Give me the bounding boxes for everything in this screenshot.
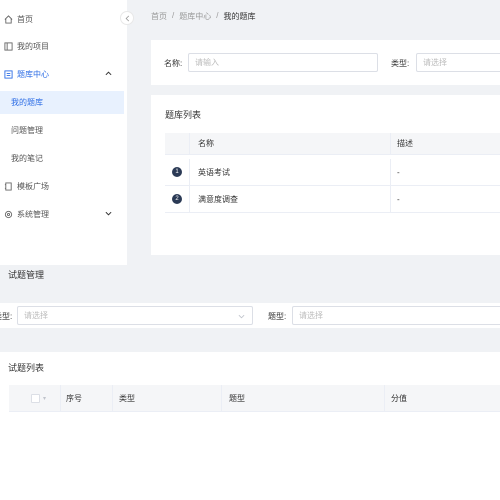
filter-type-placeholder: 请选择 [24,311,48,320]
sidebar-subitem-my-bank[interactable]: 我的题库 [0,91,124,114]
project-icon [3,41,13,51]
breadcrumb-separator: / [172,11,175,20]
gear-icon [3,209,13,219]
row-index-badge: 2 [172,194,182,204]
sidebar-subitem-label: 我的笔记 [11,154,43,163]
row-desc: - [397,167,400,177]
question-table-header: ▾ 序号 类型 题型 分值 [9,385,500,412]
breadcrumb-center[interactable]: 题库中心 [179,11,211,22]
breadcrumb-current: 我的题库 [223,12,256,21]
question-mgmt-title: 试题管理 [8,270,45,280]
sidebar-item-label: 我的项目 [17,41,49,51]
sidebar-item-home[interactable]: 首页 [0,8,124,30]
sidebar-item-question-bank[interactable]: 题库中心 [0,63,124,85]
breadcrumb: 首页 / 题库中心 / 我的题库 [151,11,255,22]
list-icon [3,69,13,79]
breadcrumb-separator: / [216,11,219,20]
select-all-checkbox[interactable] [31,393,40,403]
name-label: 名称: [164,59,183,68]
type-label: 类型: [391,59,410,68]
sidebar-subitem-question-mgmt[interactable]: 问题管理 [0,119,124,142]
filter-qtype-select[interactable]: 请选择 [292,306,500,325]
sidebar-item-label: 题库中心 [17,69,49,79]
column-header-desc: 描述 [397,139,413,148]
table-row[interactable]: 2 满意度调查 - [165,186,500,213]
column-header-qtype: 题型 [229,393,245,403]
row-index-badge: 1 [172,167,182,177]
sidebar: 首页 我的项目 题库中心 我的题库 问题管理 我的笔记 模板广场 系统管理 [0,0,127,265]
chevron-up-icon [104,69,112,77]
sidebar-item-label: 首页 [17,14,33,24]
sidebar-subitem-notes[interactable]: 我的笔记 [0,147,124,170]
filter-type-label: 类型: [0,312,13,321]
sidebar-item-system[interactable]: 系统管理 [0,203,124,225]
filter-type-select[interactable]: 请选择 [17,306,253,325]
filter-qtype-label: 题型: [268,312,287,321]
collapse-sidebar-button[interactable] [120,11,134,25]
question-filter-bar: 类型: 请选择 题型: 请选择 [0,303,500,328]
chevron-down-icon: ▾ [43,395,47,402]
home-icon [3,14,13,24]
chevron-down-icon [238,312,245,321]
chevron-down-icon [104,209,112,217]
library-card: 题库列表 名称 描述 1 英语考试 - 2 满意度调查 - [151,95,500,255]
row-name: 英语考试 [198,167,230,177]
row-name: 满意度调查 [198,194,238,204]
column-header-type: 类型 [119,393,135,403]
type-select-placeholder: 请选择 [423,58,447,67]
name-input[interactable]: 请输入 [188,53,378,72]
sidebar-item-label: 模板广场 [17,181,49,191]
name-input-placeholder: 请输入 [195,58,219,67]
library-table-header: 名称 描述 [165,133,500,155]
library-title: 题库列表 [165,110,202,120]
column-header-index: 序号 [66,393,82,403]
chevron-left-icon [125,15,129,21]
breadcrumb-home[interactable]: 首页 [151,11,167,22]
sidebar-item-label: 系统管理 [17,209,49,219]
sidebar-subitem-label: 问题管理 [11,126,43,135]
sidebar-item-projects[interactable]: 我的项目 [0,35,124,57]
type-select[interactable]: 请选择 [416,53,500,72]
template-icon [3,181,13,191]
question-list-title: 试题列表 [8,363,45,373]
row-desc: - [397,194,400,204]
sidebar-item-templates[interactable]: 模板广场 [0,175,124,197]
column-header-name: 名称 [198,139,214,148]
filter-qtype-placeholder: 请选择 [299,311,323,320]
search-card: 名称: 请输入 类型: 请选择 [151,40,500,85]
table-row[interactable]: 1 英语考试 - [165,159,500,186]
question-list-panel: 试题列表 [0,352,500,500]
sidebar-subitem-label: 我的题库 [11,98,43,107]
column-header-score: 分值 [391,393,407,403]
